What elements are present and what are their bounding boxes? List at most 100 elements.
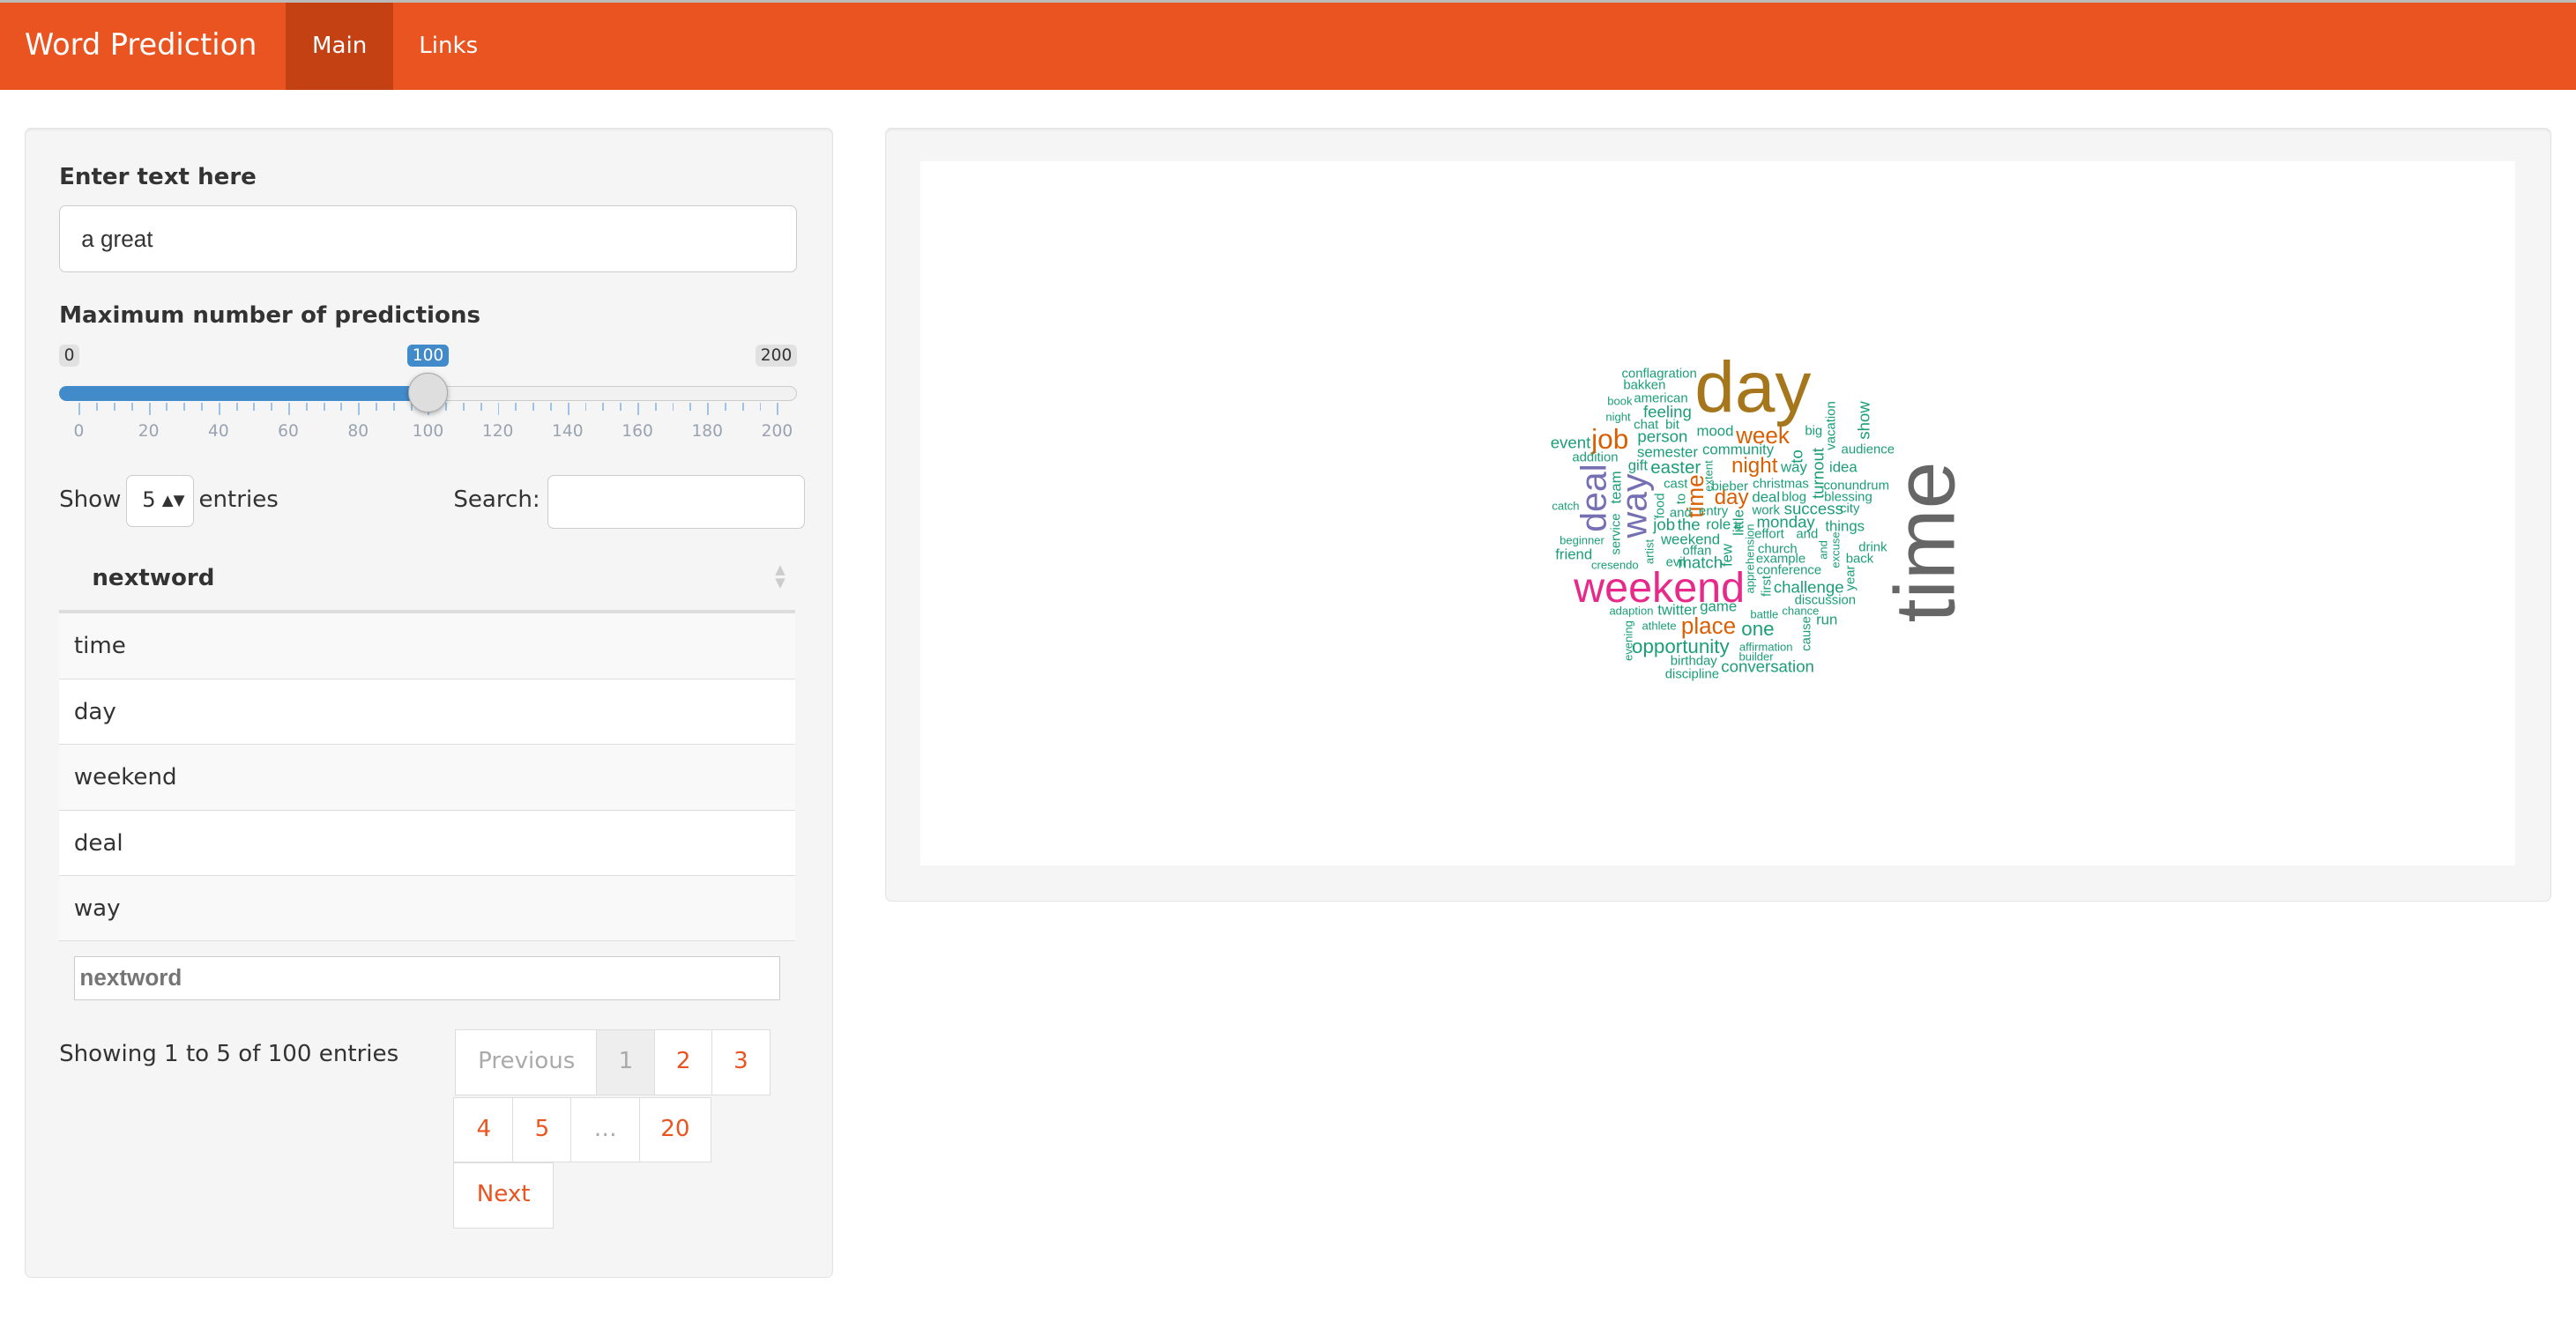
slider-label: Maximum number of predictions bbox=[59, 301, 481, 329]
wordcloud-word: person bbox=[1637, 427, 1688, 446]
entries-select-value: 5 bbox=[142, 486, 156, 512]
column-header-nextword[interactable]: nextword ▲ ▼ bbox=[59, 547, 795, 613]
entries-select[interactable]: 5 ▲▼ bbox=[126, 474, 194, 528]
wordcloud-word: match bbox=[1678, 553, 1724, 572]
table-row[interactable]: way bbox=[59, 875, 795, 941]
wordcloud-word: night bbox=[1731, 454, 1778, 479]
wordcloud-word: and bbox=[1816, 540, 1830, 561]
wordcloud-word: show bbox=[1854, 401, 1873, 440]
slider-tick bbox=[340, 402, 343, 411]
slider-tick-label: 200 bbox=[761, 421, 793, 441]
slider-tick bbox=[166, 402, 168, 411]
wordcloud-word: chance bbox=[1782, 604, 1820, 618]
pagination-page-20[interactable]: 20 bbox=[638, 1096, 711, 1163]
search-input[interactable] bbox=[547, 474, 806, 530]
slider-tick bbox=[253, 402, 256, 411]
slider-tick bbox=[183, 402, 186, 411]
brand-title[interactable]: Word Prediction bbox=[25, 27, 257, 62]
table-row[interactable]: day bbox=[59, 678, 795, 745]
slider-tick-label: 180 bbox=[691, 421, 724, 441]
pagination-page-3[interactable]: 3 bbox=[711, 1029, 771, 1095]
wordcloud-word: builder bbox=[1738, 650, 1774, 664]
app: Word Prediction Main Links Enter text he… bbox=[0, 0, 2576, 1329]
wordcloud-word: effort bbox=[1754, 528, 1784, 543]
slider-fill bbox=[59, 385, 428, 401]
slider-tick bbox=[358, 402, 361, 416]
tab-main[interactable]: Main bbox=[286, 3, 394, 90]
column-header-label: nextword bbox=[92, 565, 215, 592]
wordcloud-word: addition bbox=[1572, 450, 1619, 465]
slider-tick bbox=[620, 402, 622, 411]
wordcloud-word: team bbox=[1607, 471, 1625, 505]
wordcloud-word: easter bbox=[1650, 457, 1701, 478]
entries-label: entries bbox=[198, 486, 279, 513]
tab-links[interactable]: Links bbox=[392, 3, 504, 90]
wordcloud-word: to bbox=[1674, 494, 1689, 505]
table-row[interactable]: deal bbox=[59, 809, 795, 876]
slider-tick bbox=[515, 402, 517, 411]
wordcloud-word: blessing bbox=[1824, 490, 1872, 505]
wordcloud-word: apprehension bbox=[1743, 523, 1757, 594]
select-arrows-icon: ▲▼ bbox=[161, 490, 185, 509]
slider-tick bbox=[567, 402, 570, 416]
slider-tick bbox=[602, 402, 605, 411]
table-info: Showing 1 to 5 of 100 entries bbox=[59, 1041, 399, 1068]
slider-tick bbox=[759, 402, 762, 411]
wordcloud-word: event bbox=[1550, 433, 1591, 452]
slider-tick-label: 0 bbox=[73, 421, 85, 441]
slider-tick bbox=[777, 402, 779, 416]
wordcloud-word: idea bbox=[1828, 458, 1858, 476]
wordcloud-word: deal bbox=[1573, 463, 1614, 532]
slider-tick bbox=[392, 402, 395, 411]
slider-tick bbox=[376, 402, 377, 411]
slider-tick bbox=[305, 402, 308, 411]
wordcloud-word: adaption bbox=[1609, 604, 1654, 618]
slider-tick-label: 20 bbox=[138, 421, 160, 441]
wordcloud-word: cast bbox=[1664, 477, 1688, 492]
pagination-page-2[interactable]: 2 bbox=[653, 1029, 713, 1095]
wordcloud-word: few bbox=[1718, 543, 1736, 567]
wordcloud-word: time bbox=[1876, 461, 1973, 623]
column-filter-input[interactable] bbox=[73, 955, 781, 1000]
wordcloud-word: run bbox=[1816, 611, 1838, 628]
slider-handle[interactable] bbox=[408, 373, 448, 412]
slider-tick-label: 80 bbox=[347, 421, 369, 441]
slider-tick bbox=[114, 402, 115, 411]
wordcloud-word: way bbox=[1781, 458, 1807, 476]
wordcloud-word: audience bbox=[1841, 442, 1895, 457]
slider-tick bbox=[201, 402, 203, 411]
pagination-page-4[interactable]: 4 bbox=[453, 1096, 515, 1163]
pagination-previous[interactable]: Previous bbox=[455, 1029, 599, 1095]
wordcloud-word: city bbox=[1840, 501, 1860, 516]
wordcloud-word: excuse bbox=[1828, 531, 1842, 568]
wordcloud-word: community bbox=[1702, 441, 1775, 458]
wordcloud-word: first bbox=[1760, 575, 1775, 598]
pagination-next[interactable]: Next bbox=[453, 1162, 554, 1229]
slider-tick-label: 60 bbox=[278, 421, 299, 441]
slider-tick bbox=[288, 402, 290, 416]
slider-tick bbox=[689, 402, 692, 411]
wordcloud-word: birthday bbox=[1670, 654, 1717, 669]
slider-tick bbox=[130, 402, 133, 411]
text-input[interactable] bbox=[59, 204, 797, 273]
slider-max-label: 200 bbox=[756, 345, 797, 368]
slider-tick bbox=[584, 402, 587, 411]
pagination-page-5[interactable]: 5 bbox=[512, 1096, 572, 1163]
slider-tick bbox=[672, 402, 674, 411]
slider-tick bbox=[654, 402, 657, 411]
table-row[interactable]: time bbox=[59, 613, 795, 679]
slider-tick-label: 140 bbox=[552, 421, 584, 441]
wordcloud-word: bieber bbox=[1711, 479, 1748, 494]
wordcloud-word: mood bbox=[1696, 422, 1734, 440]
table-row[interactable]: weekend bbox=[59, 744, 795, 810]
slider-tick bbox=[550, 402, 552, 411]
wordcloud-word: year bbox=[1843, 565, 1858, 591]
wordcloud-word: big bbox=[1805, 424, 1823, 439]
slider-tick bbox=[532, 402, 535, 411]
wordcloud-word: cause bbox=[1799, 616, 1814, 652]
pagination-page-1[interactable]: 1 bbox=[596, 1029, 656, 1095]
wordcloud-word: one bbox=[1741, 617, 1775, 640]
slider-tick bbox=[218, 402, 220, 416]
wordcloud-word: cresendo bbox=[1590, 558, 1639, 572]
wordcloud-plot: day time weekend deal way job week night day time… bbox=[919, 160, 2515, 866]
